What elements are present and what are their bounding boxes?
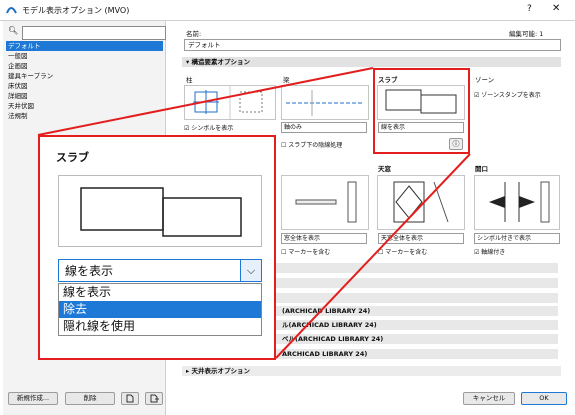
beam-hidden-line-checkbox[interactable]: ☐ スラブ下の陰線処理 bbox=[281, 140, 342, 149]
list-item[interactable]: 企画図 bbox=[6, 61, 163, 71]
mvo-list: デフォルト 一般図 企画図 建具キープラン 床伏図 詳細図 天井伏図 法規制 bbox=[6, 41, 163, 121]
structural-section-header[interactable]: ▾ 構造要素オプション bbox=[182, 57, 561, 67]
archicad-app-icon bbox=[6, 7, 17, 14]
beam-graphic bbox=[286, 90, 364, 116]
export-icon bbox=[150, 394, 159, 403]
help-icon[interactable]: ? bbox=[527, 4, 532, 14]
list-item[interactable]: 法規制 bbox=[6, 111, 163, 121]
dropdown-option[interactable]: 除去 bbox=[59, 301, 261, 318]
beam-dropdown[interactable]: 軸のみ bbox=[281, 122, 367, 133]
zoom-slab-preview bbox=[58, 175, 262, 247]
import-button[interactable] bbox=[121, 392, 139, 405]
library-row[interactable] bbox=[276, 263, 558, 273]
opening-graphic bbox=[489, 181, 550, 223]
new-button[interactable]: 新規作成... bbox=[8, 392, 58, 405]
column-title: 柱 bbox=[186, 76, 193, 84]
import-icon bbox=[126, 394, 134, 403]
column-symbol-graphic bbox=[193, 86, 263, 119]
zoom-slab-title: スラブ bbox=[56, 151, 89, 164]
list-item[interactable]: 建具キープラン bbox=[6, 71, 163, 81]
zone-title: ゾーン bbox=[475, 76, 495, 84]
dropdown-option[interactable]: 隠れ線を使用 bbox=[59, 318, 261, 335]
list-item[interactable]: 天井伏図 bbox=[6, 101, 163, 111]
list-item[interactable]: 一般図 bbox=[6, 51, 163, 61]
list-item[interactable]: 床伏図 bbox=[6, 81, 163, 91]
opening-preview bbox=[474, 175, 560, 230]
chevron-down-icon[interactable]: ⌵ bbox=[240, 260, 261, 281]
library-row[interactable]: ARCHICAD LIBRARY 24) bbox=[276, 349, 558, 359]
column-preview bbox=[184, 85, 276, 120]
skylight-dropdown[interactable]: 天窓全体を表示 bbox=[378, 233, 464, 244]
skylight-preview bbox=[377, 175, 465, 230]
editable-count: 編集可能: 1 bbox=[509, 30, 544, 38]
beam-preview bbox=[281, 85, 369, 120]
library-row[interactable]: ル(ARCHICAD LIBRARY 24) bbox=[276, 320, 558, 330]
ok-button[interactable]: OK bbox=[521, 392, 567, 405]
dropdown-option[interactable]: 線を表示 bbox=[59, 284, 261, 301]
export-button[interactable] bbox=[145, 392, 163, 405]
zoom-slab-graphic bbox=[80, 187, 242, 237]
cancel-button[interactable]: キャンセル bbox=[463, 392, 515, 405]
name-label: 名前: bbox=[186, 30, 202, 38]
skylight-graphic bbox=[393, 181, 449, 223]
slab-zoom-callout: スラブ 線を表示 ⌵ 線を表示 除去 隠れ線を使用 bbox=[38, 135, 276, 360]
search-icon: 🔍︎ bbox=[8, 26, 19, 35]
window-dropdown[interactable]: 窓全体を表示 bbox=[281, 233, 367, 244]
delete-button[interactable]: 削除 bbox=[65, 392, 115, 405]
list-item[interactable]: 詳細図 bbox=[6, 91, 163, 101]
window-marker-checkbox[interactable]: ☐ マーカーを含む bbox=[281, 247, 330, 256]
column-symbol-checkbox[interactable]: ☑ シンボルを表示 bbox=[184, 123, 233, 132]
name-field[interactable]: デフォルト bbox=[184, 39, 561, 51]
library-row[interactable] bbox=[276, 278, 558, 288]
opening-dropdown[interactable]: シンボル付きで表示 bbox=[474, 233, 560, 244]
library-row[interactable]: (ARCHICAD LIBRARY 24) bbox=[276, 306, 558, 316]
skylight-marker-checkbox[interactable]: ☐ マーカーを含む bbox=[378, 247, 427, 256]
title-bar: モデル表示オプション (MVO) ? ✕ bbox=[0, 0, 575, 21]
list-item[interactable]: デフォルト bbox=[6, 41, 163, 51]
ceiling-section-header[interactable]: ▸ 天井表示オプション bbox=[182, 366, 561, 376]
beam-title: 梁 bbox=[283, 76, 290, 84]
window-title: モデル表示オプション (MVO) bbox=[22, 6, 130, 15]
door-preview bbox=[281, 175, 369, 230]
skylight-title: 天窓 bbox=[378, 165, 391, 173]
opening-axis-checkbox[interactable]: ☑ 軸線付き bbox=[474, 247, 505, 256]
close-icon[interactable]: ✕ bbox=[552, 3, 560, 14]
opening-title: 開口 bbox=[475, 165, 488, 173]
library-row[interactable] bbox=[276, 293, 558, 303]
zone-stamp-checkbox[interactable]: ☑ ゾーンスタンプを表示 bbox=[474, 90, 541, 99]
slab-callout-box bbox=[373, 68, 470, 154]
zoom-dropdown-list: 線を表示 除去 隠れ線を使用 bbox=[58, 283, 262, 336]
library-row[interactable]: ベル(ARCHICAD LIBRARY 24) bbox=[276, 334, 558, 344]
zoom-slab-dropdown[interactable]: 線を表示 ⌵ bbox=[58, 259, 262, 282]
search-input[interactable] bbox=[22, 26, 166, 40]
window-graphic bbox=[295, 181, 357, 223]
